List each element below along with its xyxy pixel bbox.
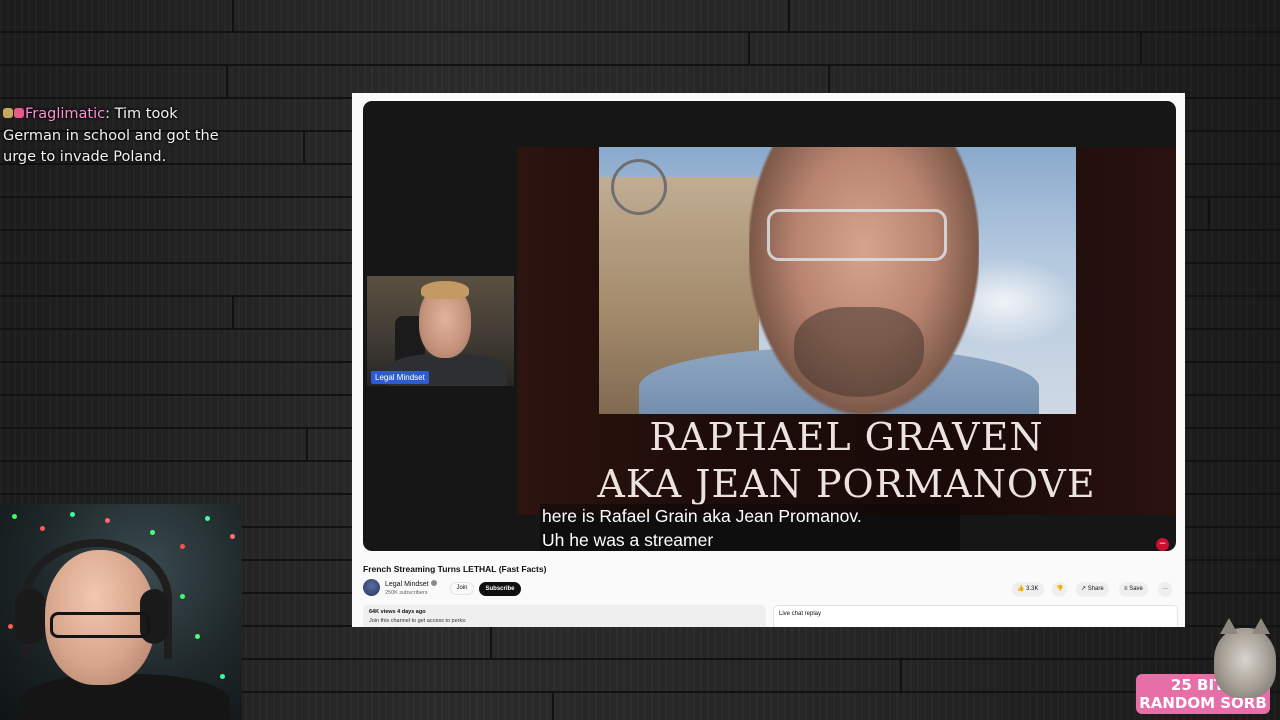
live-chat-title: Live chat replay (779, 611, 822, 617)
thumbs-down-icon: 👎 (1056, 586, 1064, 592)
string-light (70, 512, 75, 517)
string-light (150, 530, 155, 535)
caption-line1: here is Rafael Grain aka Jean Promanov. (542, 506, 862, 526)
wood-seam (306, 429, 308, 461)
string-light (8, 624, 13, 629)
wood-seam (490, 627, 492, 660)
captions: here is Rafael Grain aka Jean Promanov. … (540, 504, 960, 551)
ferris-wheel-icon (611, 159, 667, 215)
caption-line2: Uh he was a streamer (542, 530, 714, 550)
join-button[interactable]: Join (450, 582, 474, 595)
save-icon: ≡ (1124, 586, 1128, 592)
thumbs-up-icon: 👍 (1017, 586, 1025, 592)
video-meta: 64K views 4 days ago (369, 609, 426, 615)
streamer-webcam (0, 504, 242, 720)
like-button[interactable]: 👍 3.3K (1012, 582, 1044, 597)
presenter-label: Legal Mindset (371, 371, 429, 384)
wood-seam (232, 297, 234, 329)
wood-seam (552, 693, 554, 720)
string-light (205, 516, 210, 521)
string-light (180, 594, 185, 599)
dislike-button[interactable]: 👎 (1052, 582, 1068, 597)
string-light (220, 674, 225, 679)
video-player[interactable]: RAPHAEL GRAVEN AKA JEAN PORMANOVE Legal … (363, 101, 1176, 551)
share-icon: ↗ (1081, 586, 1087, 592)
bits-badge-icon (3, 108, 13, 118)
heart-badge-icon (14, 108, 24, 118)
wood-seam (1208, 198, 1210, 230)
string-light (195, 634, 200, 639)
headset-left-cup (15, 589, 45, 644)
cat-mascot-icon (1214, 618, 1276, 698)
wood-seam (232, 0, 234, 32)
subscriber-count: 250K subscribers (385, 590, 428, 596)
slide-title-line1: RAPHAEL GRAVEN (649, 415, 1044, 459)
verified-icon (430, 580, 437, 586)
subscribe-button[interactable]: Subscribe (479, 582, 521, 596)
live-chat-panel[interactable]: Live chat replay (773, 605, 1178, 627)
video-slide: RAPHAEL GRAVEN AKA JEAN PORMANOVE (517, 147, 1176, 515)
video-title: French Streaming Turns LETHAL (Fast Fact… (363, 564, 547, 574)
save-button[interactable]: ≡ Save (1119, 582, 1148, 597)
description-box[interactable]: 64K views 4 days ago Join this channel t… (363, 605, 766, 627)
wood-seam (226, 66, 228, 98)
more-actions-button[interactable]: ··· (1158, 582, 1172, 597)
wood-seam (303, 132, 305, 164)
photo-beard (794, 307, 924, 397)
glasses-icon (50, 612, 150, 638)
channel-name[interactable]: Legal Mindset (385, 580, 437, 588)
chat-username: Fraglimatic (25, 106, 106, 122)
presenter-hair (421, 281, 469, 299)
string-light (40, 526, 45, 531)
streamer-body (20, 674, 230, 720)
string-light (105, 518, 110, 523)
slide-title-line2: AKA JEAN PORMANOVE (597, 462, 1096, 506)
wood-seam (748, 33, 750, 65)
wood-seam (900, 660, 902, 693)
chat-message: Fraglimatic: Tim took German in school a… (3, 104, 228, 169)
live-indicator-icon[interactable]: − (1156, 538, 1169, 551)
string-light (12, 514, 17, 519)
string-light (180, 544, 185, 549)
cat-ear (1252, 618, 1270, 634)
slide-photo (599, 147, 1076, 414)
description-text: Join this channel to get access to perks… (369, 618, 467, 624)
youtube-window: RAPHAEL GRAVEN AKA JEAN PORMANOVE Legal … (352, 93, 1185, 627)
wood-seam (1140, 33, 1142, 65)
photo-glasses (767, 209, 947, 261)
wood-seam (788, 0, 790, 32)
chat-separator: : (105, 106, 110, 122)
string-light (230, 534, 235, 539)
channel-avatar[interactable] (363, 579, 380, 596)
presenter-inset: Legal Mindset (367, 276, 514, 386)
cat-ear (1220, 618, 1238, 634)
share-button[interactable]: ↗ Share (1076, 582, 1109, 597)
